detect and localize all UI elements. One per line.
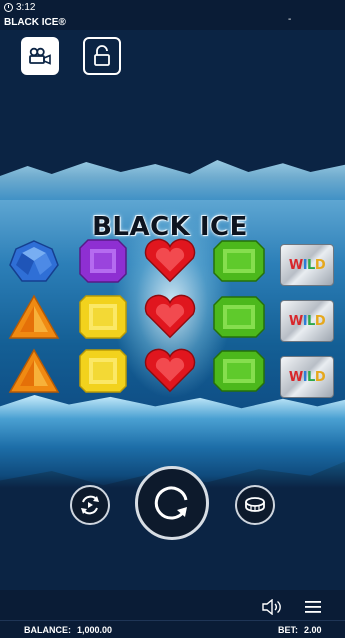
bet-display: BET: 2.00 [278, 625, 322, 635]
autoplay-button[interactable] [70, 485, 110, 525]
divider [0, 620, 345, 621]
app-title: BLACK ICE® [4, 17, 66, 28]
symbol-orange-triangle-gem [7, 346, 61, 396]
spin-icon [154, 486, 188, 520]
symbol-orange-triangle-gem [7, 292, 61, 342]
balance-value: 1,000.00 [77, 625, 113, 635]
symbol-purple-gem [76, 236, 130, 286]
symbol-wild: WILD [280, 240, 334, 290]
symbol-green-emerald-gem [212, 236, 266, 286]
wild-tile: WILD [280, 244, 334, 286]
camera-icon [29, 47, 51, 65]
symbol-red-heart-gem [143, 346, 197, 396]
speaker-icon[interactable] [262, 599, 282, 615]
status-bar: 3:12 BLACK ICE® - [0, 0, 345, 30]
status-mark: - [288, 14, 292, 25]
camera-button[interactable] [21, 37, 59, 75]
autoplay-icon [81, 495, 99, 515]
symbol-red-heart-gem [143, 236, 197, 286]
symbol-yellow-square-gem [76, 292, 130, 342]
symbol-green-emerald-gem [212, 346, 266, 396]
menu-icon[interactable] [305, 600, 321, 614]
clock-time: 3:12 [16, 2, 36, 13]
wild-tile: WILD [280, 356, 334, 398]
bet-value: 2.00 [304, 625, 322, 635]
wild-tile: WILD [280, 300, 334, 342]
symbol-wild: WILD [280, 296, 334, 346]
lock-button[interactable] [83, 37, 121, 75]
clock-icon [4, 3, 13, 12]
symbol-yellow-square-gem [76, 346, 130, 396]
lock-icon [94, 45, 110, 66]
symbol-blue-gem [7, 236, 61, 286]
symbol-green-emerald-gem [212, 292, 266, 342]
ice-top [0, 160, 345, 200]
bet-label: BET: [278, 625, 298, 635]
spin-button[interactable] [135, 466, 209, 540]
bottom-bar: BALANCE: 1,000.00 BET: 2.00 [0, 590, 345, 638]
symbol-red-heart-gem [143, 292, 197, 342]
symbol-wild: WILD [280, 352, 334, 402]
balance-display: BALANCE: 1,000.00 [24, 625, 112, 635]
coin-button[interactable] [235, 485, 275, 525]
coin-stack-icon [245, 497, 265, 512]
balance-label: BALANCE: [24, 625, 71, 635]
time-group: 3:12 [4, 2, 35, 13]
